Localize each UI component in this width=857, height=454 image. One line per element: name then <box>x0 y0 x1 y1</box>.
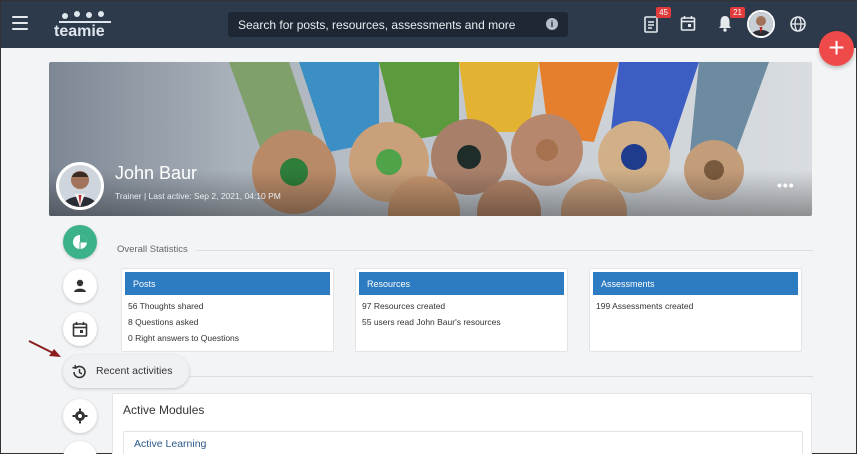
statistics-tab-button[interactable] <box>63 225 97 259</box>
teamie-logo[interactable]: teamie <box>51 9 117 40</box>
profile-tab-button[interactable] <box>63 269 97 303</box>
stat-line: 56 Thoughts shared <box>128 301 204 311</box>
notifications-badge: 21 <box>730 7 745 18</box>
profile-name: John Baur <box>115 163 198 183</box>
assessments-card: Assessments 199 Assessments created <box>589 268 802 352</box>
messages-icon[interactable]: 45 <box>643 7 671 35</box>
menu-icon[interactable] <box>12 16 28 30</box>
globe-icon[interactable] <box>789 15 809 35</box>
recent-activities-button[interactable]: Recent activities <box>63 355 189 388</box>
active-modules-panel: Active Modules Active Learning <box>112 393 812 454</box>
recent-activities-label: Recent activities <box>96 365 173 377</box>
history-icon <box>72 364 86 379</box>
pie-chart-icon <box>73 235 87 249</box>
calendar-tab-button[interactable] <box>63 312 97 346</box>
more-options-icon[interactable]: ••• <box>777 177 795 193</box>
overall-statistics-heading: Overall Statistics <box>117 244 188 255</box>
calendar-icon <box>72 322 88 337</box>
info-icon[interactable]: i <box>546 18 558 30</box>
person-icon <box>74 279 86 292</box>
stat-line: 55 users read John Baur's resources <box>362 317 501 327</box>
gear-icon <box>72 408 88 424</box>
svg-text:teamie: teamie <box>54 23 105 39</box>
user-avatar[interactable] <box>747 10 775 38</box>
assessments-card-title: Assessments <box>593 272 798 295</box>
section-divider <box>189 376 813 377</box>
posts-card: Posts 56 Thoughts shared 8 Questions ask… <box>121 268 334 352</box>
add-button[interactable]: + <box>819 31 854 66</box>
messages-badge: 45 <box>656 7 671 18</box>
search-input[interactable]: Search for posts, resources, assessments… <box>228 12 568 37</box>
notifications-icon[interactable]: 21 <box>717 7 745 35</box>
resources-card: Resources 97 Resources created 55 users … <box>355 268 568 352</box>
top-bar: teamie Search for posts, resources, asse… <box>1 1 857 48</box>
section-divider <box>196 250 813 251</box>
stat-line: 97 Resources created <box>362 301 446 311</box>
stat-line: 8 Questions asked <box>128 317 199 327</box>
settings-tab-button[interactable] <box>63 399 97 433</box>
search-placeholder: Search for posts, resources, assessments… <box>238 18 516 32</box>
module-item[interactable]: Active Learning <box>123 431 803 454</box>
calendar-icon[interactable] <box>680 15 700 35</box>
active-modules-heading: Active Modules <box>123 403 205 417</box>
module-item-label: Active Learning <box>134 438 207 450</box>
extra-tab-button[interactable] <box>63 441 97 454</box>
resources-card-title: Resources <box>359 272 564 295</box>
profile-avatar <box>56 162 104 210</box>
posts-card-title: Posts <box>125 272 330 295</box>
profile-meta: Trainer | Last active: Sep 2, 2021, 04:1… <box>115 191 281 201</box>
stat-line: 199 Assessments created <box>596 301 694 311</box>
pointer-arrow-icon <box>27 339 63 364</box>
stat-line: 0 Right answers to Questions <box>128 333 240 343</box>
